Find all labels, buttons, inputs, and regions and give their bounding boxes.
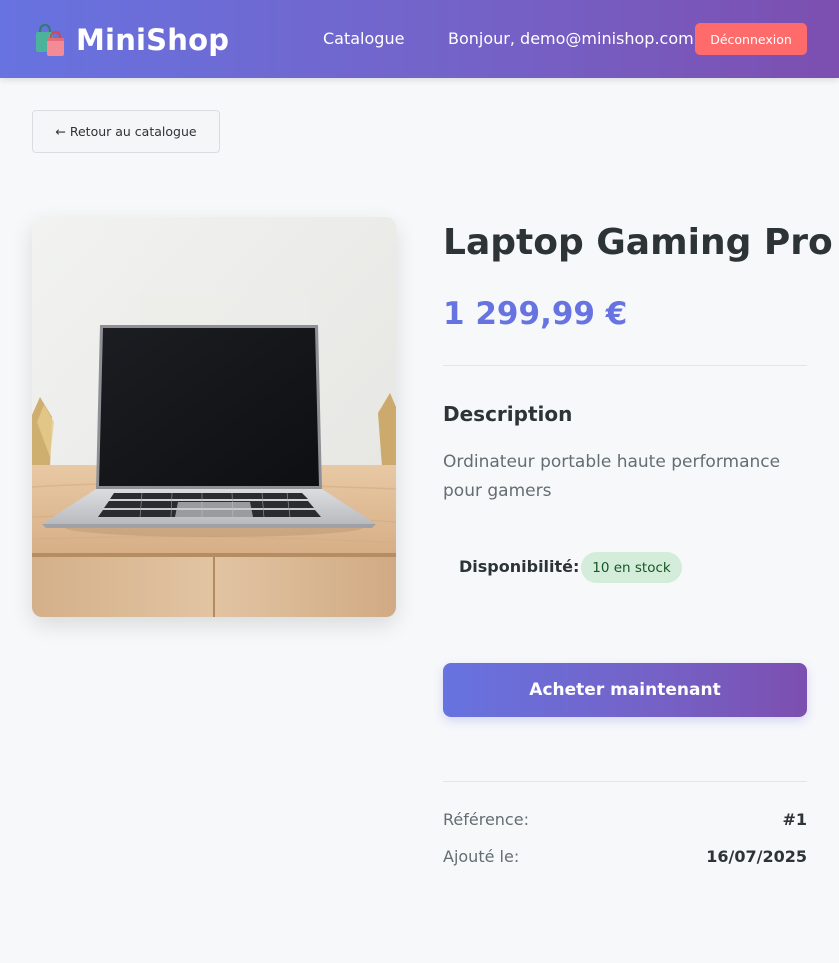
added-date-label: Ajouté le: — [443, 847, 520, 866]
reference-label: Référence: — [443, 810, 529, 829]
laptop-photo — [32, 217, 396, 617]
description-text: Ordinateur portable haute performance po… — [443, 452, 781, 501]
divider — [443, 781, 807, 782]
product-price: 1 299,99 € — [443, 296, 628, 332]
divider — [443, 365, 807, 366]
logout-button[interactable]: Déconnexion — [695, 23, 807, 55]
description-heading: Description — [443, 402, 573, 426]
brand-logo[interactable]: MiniShop — [34, 20, 229, 60]
product-title: Laptop Gaming Pro — [443, 222, 833, 263]
brand-name: MiniShop — [76, 23, 230, 57]
back-to-catalogue-button[interactable]: ← Retour au catalogue — [32, 110, 220, 153]
added-date-value: 16/07/2025 — [706, 847, 807, 866]
reference-value: #1 — [782, 810, 807, 829]
top-navbar: MiniShop Catalogue Bonjour, demo@minisho… — [0, 0, 839, 78]
stock-badge: 10 en stock — [581, 552, 682, 583]
product-image — [32, 217, 396, 617]
buy-now-button[interactable]: Acheter maintenant — [443, 663, 807, 717]
shopping-bags-icon — [34, 22, 66, 58]
nav-link-catalogue[interactable]: Catalogue — [323, 29, 404, 48]
availability-label: Disponibilité: — [459, 557, 580, 576]
user-greeting: Bonjour, demo@minishop.com — [448, 29, 694, 48]
